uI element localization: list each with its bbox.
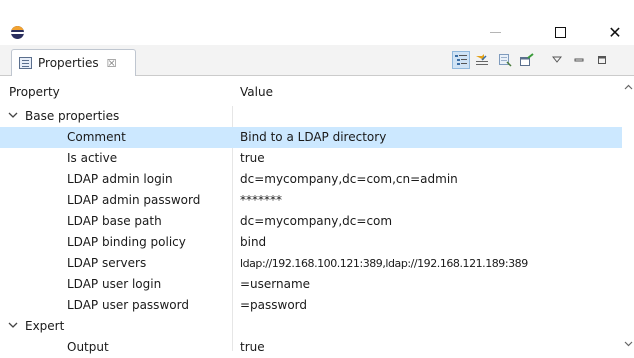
property-value[interactable]: dc=mycompany,dc=com,cn=admin bbox=[240, 172, 458, 186]
property-name: LDAP binding policy bbox=[67, 235, 186, 249]
property-value[interactable]: =username bbox=[240, 277, 310, 291]
property-value[interactable]: ldap://192.168.100.121:389,ldap://192.16… bbox=[240, 257, 528, 270]
property-value[interactable]: dc=mycompany,dc=com bbox=[240, 214, 392, 228]
minimize-view-icon bbox=[574, 58, 584, 62]
table-row[interactable]: LDAP user password =password bbox=[0, 295, 622, 316]
pin-icon bbox=[520, 53, 534, 66]
chevron-down-icon[interactable] bbox=[7, 319, 19, 331]
property-value[interactable]: =password bbox=[240, 298, 307, 312]
property-value[interactable]: bind bbox=[240, 235, 266, 249]
minimize-view-button[interactable] bbox=[570, 51, 588, 69]
eclipse-icon bbox=[11, 26, 24, 39]
minimize-button[interactable] bbox=[481, 22, 509, 42]
property-name: LDAP user password bbox=[67, 298, 189, 312]
property-name: LDAP user login bbox=[67, 277, 162, 291]
property-name: LDAP admin password bbox=[67, 193, 201, 207]
column-header-value[interactable]: Value bbox=[240, 85, 273, 99]
maximize-icon bbox=[554, 26, 566, 38]
close-icon: ✕ bbox=[608, 22, 622, 42]
property-name: Comment bbox=[67, 130, 126, 144]
show-advanced-properties-icon bbox=[476, 54, 488, 65]
pin-button[interactable] bbox=[518, 51, 536, 69]
property-name: Is active bbox=[67, 151, 118, 165]
chevron-down-icon bbox=[624, 341, 632, 347]
column-header-property[interactable]: Property bbox=[9, 85, 60, 99]
scroll-down-button[interactable] bbox=[622, 338, 634, 350]
property-value[interactable]: true bbox=[240, 340, 265, 354]
chevron-up-icon bbox=[624, 84, 632, 90]
group-row-expert[interactable]: Expert bbox=[0, 316, 622, 337]
table-row[interactable]: Is active true bbox=[0, 148, 622, 169]
table-row[interactable]: Output true bbox=[0, 337, 622, 358]
view-menu-icon bbox=[552, 56, 562, 63]
view-tab-strip: Properties ☒ bbox=[0, 45, 634, 76]
table-row[interactable]: LDAP user login =username bbox=[0, 274, 622, 295]
show-advanced-properties-button[interactable] bbox=[473, 51, 491, 69]
chevron-down-icon[interactable] bbox=[7, 109, 19, 121]
minimize-icon bbox=[489, 31, 501, 33]
maximize-view-button[interactable] bbox=[593, 51, 611, 69]
table-row[interactable]: Comment Bind to a LDAP directory bbox=[0, 127, 622, 148]
table-header: Property Value bbox=[0, 76, 622, 104]
window-titlebar: ✕ bbox=[0, 0, 634, 45]
scroll-up-button[interactable] bbox=[622, 81, 634, 93]
property-name: LDAP admin login bbox=[67, 172, 173, 186]
restore-default-button[interactable] bbox=[496, 51, 514, 69]
properties-icon bbox=[19, 57, 32, 69]
vertical-scrollbar[interactable] bbox=[622, 76, 634, 351]
property-name: LDAP servers bbox=[67, 256, 147, 270]
table-row[interactable]: LDAP admin login dc=mycompany,dc=com,cn=… bbox=[0, 169, 622, 190]
table-row[interactable]: LDAP binding policy bind bbox=[0, 232, 622, 253]
close-button[interactable]: ✕ bbox=[601, 22, 629, 42]
group-label: Base properties bbox=[25, 109, 120, 123]
tab-close-icon[interactable]: ☒ bbox=[107, 57, 117, 70]
table-row[interactable]: LDAP admin password ******* bbox=[0, 190, 622, 211]
tab-label: Properties bbox=[38, 56, 99, 70]
tab-properties[interactable]: Properties ☒ bbox=[11, 49, 136, 76]
property-name: LDAP base path bbox=[67, 214, 162, 228]
maximize-button[interactable] bbox=[546, 22, 574, 42]
table-row[interactable]: LDAP servers ldap://192.168.100.121:389,… bbox=[0, 253, 622, 274]
property-value[interactable]: Bind to a LDAP directory bbox=[240, 130, 386, 144]
show-categories-icon bbox=[455, 55, 467, 65]
property-name: Output bbox=[67, 340, 109, 354]
group-row-base-properties[interactable]: Base properties bbox=[0, 106, 622, 127]
maximize-view-icon bbox=[598, 56, 606, 64]
group-label: Expert bbox=[25, 319, 65, 333]
table-row[interactable]: LDAP base path dc=mycompany,dc=com bbox=[0, 211, 622, 232]
show-categories-button[interactable] bbox=[452, 51, 470, 69]
restore-default-icon bbox=[499, 54, 512, 67]
property-value[interactable]: ******* bbox=[240, 193, 282, 207]
property-value[interactable]: true bbox=[240, 151, 265, 165]
view-menu-button[interactable] bbox=[548, 51, 566, 69]
